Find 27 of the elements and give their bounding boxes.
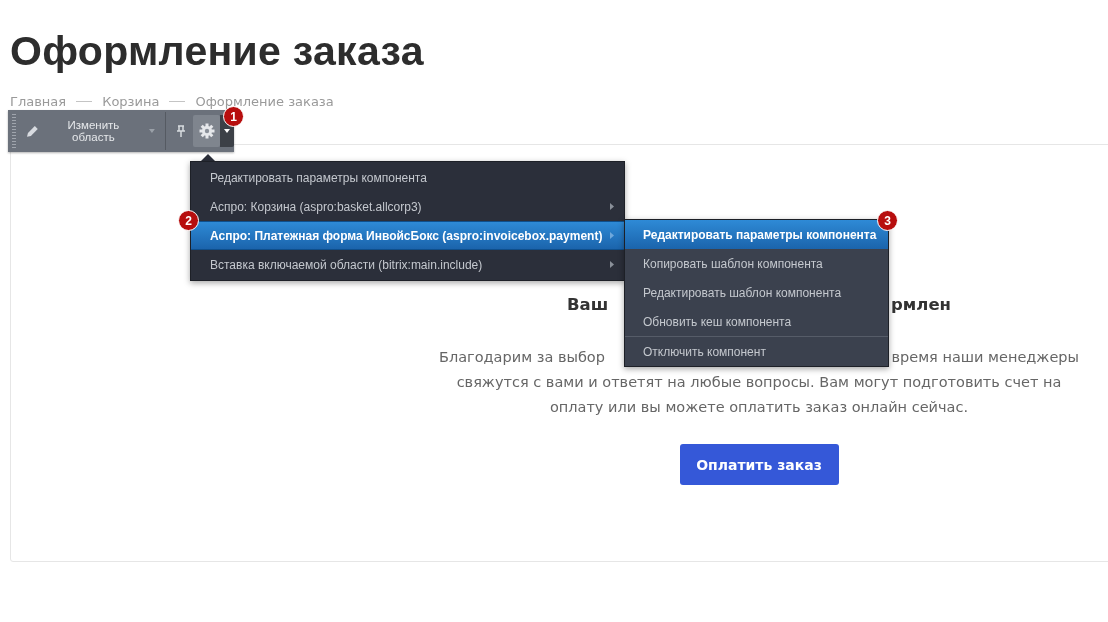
step-badge: 3 [877, 210, 898, 231]
page-title: Оформление заказа [10, 27, 425, 76]
pencil-icon [25, 124, 40, 138]
menu-item[interactable]: Аспро: Платежная форма ИнвойсБокс (aspro:invoicebox.payment) [191, 221, 624, 250]
order-text: время наши менеджеры [891, 348, 1079, 367]
menu-item[interactable]: Обновить кеш компонента [625, 307, 888, 336]
step-badge: 1 [223, 106, 244, 127]
edit-area-button[interactable]: Изменить область [21, 110, 160, 152]
order-heading: Ваш [567, 294, 609, 316]
menu-item[interactable]: Вставка включаемой области (bitrix:main.include) [191, 250, 624, 279]
caret-icon [149, 129, 156, 133]
menu-item[interactable]: Редактировать параметры компонента [191, 163, 624, 192]
menu-item[interactable]: Копировать шаблон компонента [625, 249, 888, 278]
order-text: оплату или вы можете оплатить заказ онлайн сейчас. [549, 398, 969, 417]
order-text: свяжутся с вами и ответят на любые вопросы. Вам могут подготовить счет на [456, 373, 1062, 392]
drag-handle-icon[interactable] [12, 114, 16, 148]
order-text: Благодарим за выбор [439, 348, 605, 367]
menu-item[interactable]: Отключить компонент [625, 336, 888, 366]
pin-icon [176, 125, 185, 137]
menu-item[interactable]: Редактировать шаблон компонента [625, 278, 888, 307]
breadcrumb-separator [169, 100, 186, 102]
caret-icon [224, 129, 231, 133]
settings-button[interactable] [192, 115, 221, 147]
settings-icon [198, 123, 215, 139]
breadcrumb-separator [76, 100, 93, 102]
pay-button[interactable]: Оплатить заказ [679, 444, 839, 485]
order-heading: рмлен [891, 294, 951, 316]
